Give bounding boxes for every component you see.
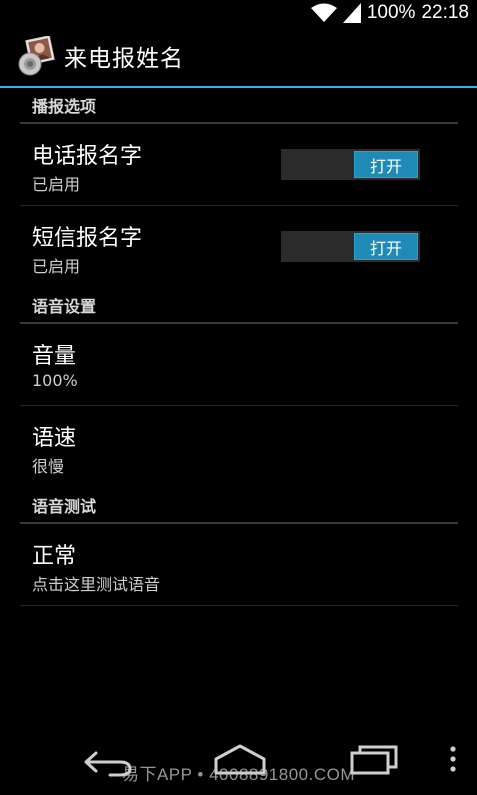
signal-icon	[342, 3, 361, 23]
battery-percent: 100%	[366, 2, 416, 23]
action-bar: 来电报姓名	[0, 26, 477, 88]
pref-summary: 已启用	[32, 257, 81, 276]
pref-title: 短信报名字	[32, 226, 143, 251]
status-bar: 100% 22:18	[0, 0, 477, 26]
pref-summary: 100%	[32, 371, 78, 390]
pref-summary: 已启用	[32, 175, 81, 194]
category-voice-settings: 语音设置	[20, 288, 458, 324]
switch-thumb: 打开	[354, 151, 418, 178]
pref-summary: 很慢	[32, 457, 65, 476]
app-title: 来电报姓名	[64, 46, 184, 72]
pref-call-announce-name[interactable]: 电话报名字 已启用 打开	[20, 124, 458, 206]
category-voice-test: 语音测试	[20, 488, 458, 524]
pref-voice-test[interactable]: 正常 点击这里测试语音	[20, 524, 458, 606]
pref-speech-rate[interactable]: 语速 很慢	[20, 406, 458, 488]
sms-announce-switch[interactable]: 打开	[281, 231, 420, 262]
switch-thumb: 打开	[354, 233, 418, 260]
navigation-bar: 易下APP • 4008891800.COM	[0, 737, 477, 795]
wifi-icon	[310, 3, 337, 22]
pref-title: 电话报名字	[32, 144, 143, 169]
clock: 22:18	[421, 2, 469, 23]
preference-list: 播报选项 电话报名字 已启用 打开 短信报名字 已启用 打开 语音设置 音量 1…	[20, 88, 458, 606]
call-announce-switch[interactable]: 打开	[281, 149, 420, 180]
app-icon[interactable]	[16, 35, 56, 76]
pref-volume[interactable]: 音量 100%	[20, 324, 458, 406]
pref-title: 正常	[32, 544, 77, 569]
pref-title: 音量	[32, 344, 77, 369]
watermark: 易下APP • 4008891800.COM	[121, 765, 356, 784]
pref-summary: 点击这里测试语音	[32, 575, 161, 594]
category-broadcast-options: 播报选项	[20, 88, 458, 124]
pref-title: 语速	[32, 426, 77, 451]
status-icons: 100% 22:18	[310, 2, 469, 24]
pref-sms-announce-name[interactable]: 短信报名字 已启用 打开	[20, 206, 458, 288]
